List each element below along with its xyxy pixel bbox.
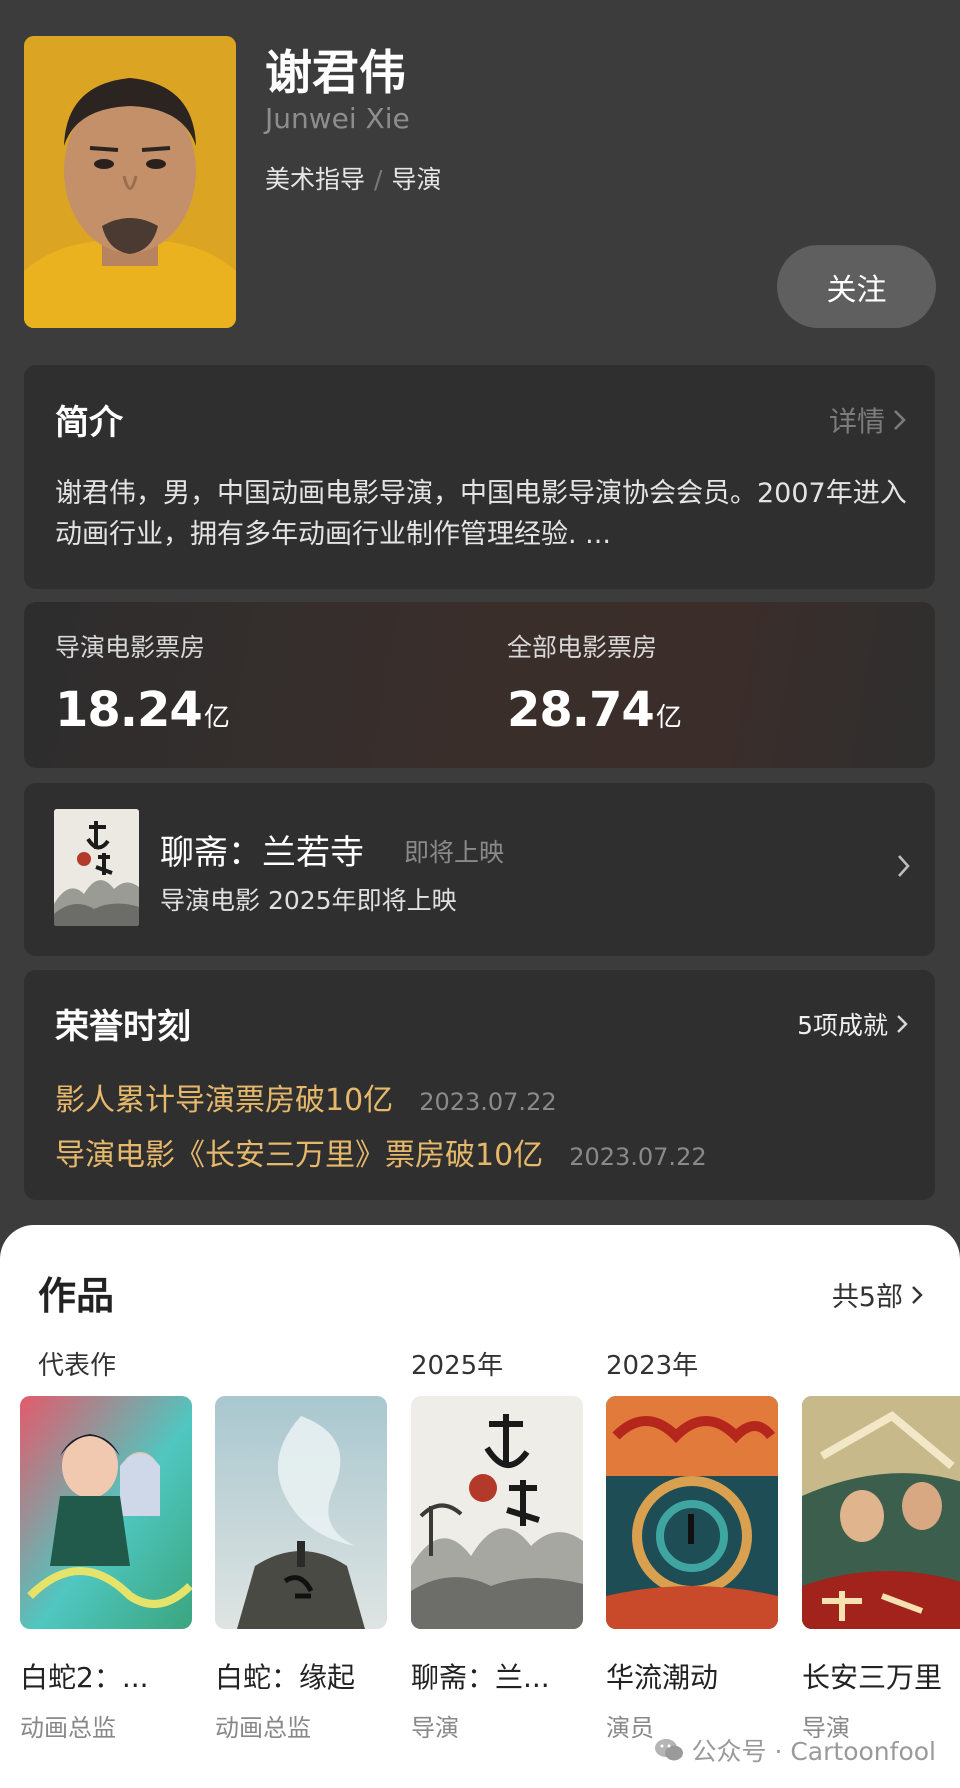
honor-date: 2023.07.22 [419,1088,557,1116]
honors-card[interactable]: 荣誉时刻 5项成就 影人累计导演票房破10亿 2023.07.22 导演电影《长… [24,970,935,1200]
upcoming-film-card[interactable]: 聊斋：兰若寺 即将上映 导演电影 2025年即将上映 [24,783,935,956]
film-role: 导演 [411,1714,459,1742]
chevron-right-icon [894,410,906,430]
honor-item[interactable]: 导演电影《长安三万里》票房破10亿 2023.07.22 [55,1130,707,1174]
director-name: 谢君伟 [265,46,406,101]
chevron-right-icon [898,855,910,877]
boxoffice-all: 全部电影票房 28.74亿 [507,628,682,738]
works-section: 作品 共5部 代表作 2025年 2023年 白蛇2：... 动画总监 白蛇：缘… [0,1225,960,1788]
film-card[interactable]: 长安三万里 导演 [802,1396,960,1743]
film-role: 动画总监 [20,1714,116,1742]
honor-item[interactable]: 影人累计导演票房破10亿 2023.07.22 [55,1075,557,1119]
chevron-right-icon [897,1015,908,1033]
film-card[interactable]: 白蛇：缘起 动画总监 [215,1396,387,1743]
group-label-representative: 代表作 [38,1351,117,1381]
film-poster [606,1396,778,1629]
honor-text: 导演电影《长安三万里》票房破10亿 [55,1138,544,1173]
works-count-label: 共5部 [831,1282,903,1313]
chevron-right-icon [912,1285,923,1304]
watermark: 公众号 · Cartoonfool [654,1732,936,1768]
honor-date: 2023.07.22 [569,1143,707,1171]
film-poster [215,1396,387,1629]
works-title: 作品 [38,1274,115,1318]
director-roles: 美术指导 / 导演 [265,160,441,196]
honors-count-label: 5项成就 [797,1011,888,1040]
film-role: 动画总监 [215,1714,311,1742]
group-label-2025: 2025年 [411,1351,504,1381]
film-title: 白蛇2：... [20,1661,149,1694]
film-poster [802,1396,960,1629]
film-title: 华流潮动 [606,1661,719,1694]
upcoming-film-title: 聊斋：兰若寺 [160,833,364,873]
intro-card[interactable]: 简介 详情 谢君伟，男，中国动画电影导演，中国电影导演协会会员。2007年进入动… [24,365,935,589]
film-title: 白蛇：缘起 [215,1661,356,1694]
wechat-icon [654,1739,683,1761]
film-title: 长安三万里 [802,1661,943,1694]
intro-more-link[interactable]: 详情 [829,400,907,440]
film-card[interactable]: 聊斋：兰... 导演 [411,1396,583,1743]
group-label-2023: 2023年 [606,1351,699,1381]
upcoming-film-poster [54,809,139,926]
follow-button[interactable]: 关注 [777,245,936,328]
works-count-link[interactable]: 共5部 [832,1275,924,1314]
film-poster [411,1396,583,1629]
film-title: 聊斋：兰... [411,1661,550,1694]
boxoffice-directed-label: 导演电影票房 [55,633,206,662]
boxoffice-directed-value: 18.24亿 [55,682,230,738]
film-card[interactable]: 白蛇2：... 动画总监 [20,1396,192,1743]
upcoming-film-subtitle: 导演电影 2025年即将上映 [160,886,457,915]
upcoming-film-status: 即将上映 [404,838,505,867]
role-separator: / [374,165,383,194]
director-avatar[interactable] [24,36,236,328]
intro-title: 简介 [55,403,123,443]
film-card[interactable]: 华流潮动 演员 [606,1396,778,1743]
director-name-english: Junwei Xie [265,102,410,135]
role-director: 导演 [391,165,442,194]
boxoffice-directed: 导演电影票房 18.24亿 [55,628,230,738]
film-poster [20,1396,192,1629]
honors-count-link[interactable]: 5项成就 [797,1006,909,1042]
boxoffice-card: 导演电影票房 18.24亿 全部电影票房 28.74亿 [24,602,935,768]
honor-text: 影人累计导演票房破10亿 [55,1083,394,1118]
role-art-director: 美术指导 [265,165,366,194]
intro-text: 谢君伟，男，中国动画电影导演，中国电影导演协会会员。2007年进入动画行业，拥有… [55,478,907,550]
intro-more-label: 详情 [828,405,885,438]
boxoffice-all-value: 28.74亿 [507,682,682,738]
boxoffice-all-label: 全部电影票房 [507,633,658,662]
watermark-text: 公众号 · Cartoonfool [691,1737,936,1766]
honors-title: 荣誉时刻 [55,1007,191,1047]
